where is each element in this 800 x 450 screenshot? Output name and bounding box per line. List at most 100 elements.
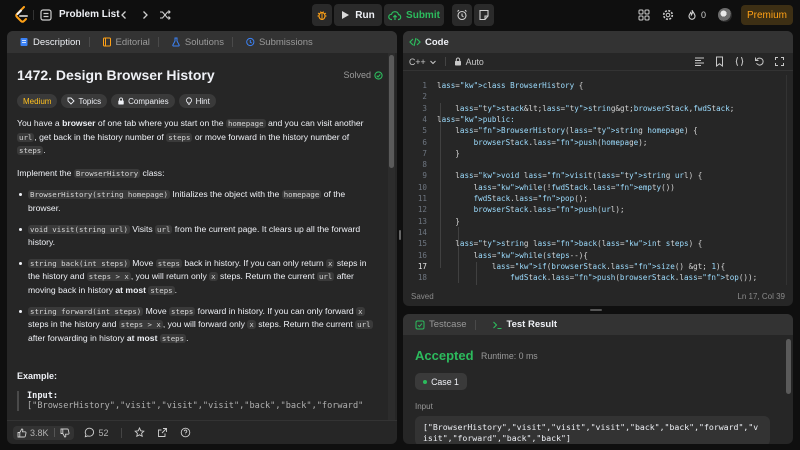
expand-icon[interactable] [774, 56, 785, 67]
code-line[interactable]: 4 lass="kw">public: [403, 114, 793, 125]
prev-problem-icon[interactable] [118, 9, 130, 21]
code-line[interactable]: 13 } [403, 216, 793, 227]
tab-submissions-label: Submissions [258, 36, 313, 48]
description-scrollbar[interactable] [388, 53, 395, 420]
result-scrollbar[interactable] [786, 339, 791, 439]
code-line[interactable]: 10 lass="kw">while(!fwdStack.lass="fn">e… [403, 182, 793, 193]
bookmark-icon[interactable] [714, 56, 725, 67]
thumbs-down-icon[interactable] [60, 428, 70, 438]
play-icon [342, 11, 350, 19]
text: or move forward in the history number of [192, 131, 350, 142]
leetcode-logo-icon[interactable] [14, 6, 30, 24]
text: back in history. If you can only return [181, 257, 327, 268]
user-avatar[interactable] [718, 8, 732, 22]
tab-testcase[interactable]: Testcase [409, 314, 482, 336]
streak-flame-icon[interactable] [686, 9, 698, 21]
code-line[interactable]: 9 lass="kw">void lass="fn">visit(lass="t… [403, 170, 793, 181]
terminal-icon [492, 321, 501, 329]
code-line[interactable]: 7 } [403, 148, 793, 159]
text: Move [129, 257, 156, 268]
code-line[interactable]: 12 browserStack.lass="fn">push(url); [403, 204, 793, 215]
shuffle-icon[interactable] [159, 9, 171, 21]
timer-button[interactable] [452, 4, 472, 26]
debug-button[interactable] [312, 4, 332, 26]
line-number: 18 [417, 273, 427, 283]
auto-mode-toggle[interactable]: Auto [454, 57, 484, 67]
divider [120, 427, 122, 438]
premium-button[interactable]: Premium [741, 5, 793, 25]
notes-button[interactable] [474, 4, 494, 26]
bug-icon [317, 11, 327, 21]
scrollbar-thumb[interactable] [389, 55, 394, 168]
tab-submissions[interactable]: Submissions [239, 31, 319, 53]
vertical-splitter[interactable] [398, 230, 402, 240]
tab-editorial[interactable]: Editorial [96, 31, 165, 53]
reset-icon[interactable] [754, 56, 765, 67]
line-number: 13 [417, 216, 427, 226]
run-button[interactable]: Run [334, 4, 382, 26]
settings-gear-icon[interactable] [662, 9, 674, 21]
tab-description[interactable]: Description [13, 31, 96, 53]
code-line[interactable]: 11 fwdStack.lass="fn">pop(); [403, 193, 793, 204]
help-icon[interactable] [180, 427, 191, 438]
code-line[interactable]: 14 [403, 227, 793, 238]
share-icon[interactable] [157, 427, 168, 438]
line-text: lass="ty">string lass="fn">back(lass="kw… [455, 239, 703, 249]
code-line[interactable]: 3 lass="ty">stack&lt;lass="ty">string&gt… [403, 103, 793, 114]
description-tabs: Description Editorial Solutions Submissi… [7, 31, 397, 53]
comment-count: 52 [98, 427, 109, 438]
editor-scrollbar[interactable] [786, 75, 793, 285]
problem-list-icon[interactable] [40, 9, 52, 21]
history-icon [246, 37, 255, 47]
like-count: 3.8K [30, 427, 49, 438]
problem-title[interactable]: 1472. Design Browser History [17, 67, 379, 83]
text-bold: at most [126, 332, 158, 343]
code-line[interactable]: 17 lass="kw">if(browserStack.lass="fn">s… [403, 261, 793, 272]
text: after forwarding in history [28, 332, 127, 343]
code-editor[interactable]: 1 lass="kw">class BrowserHistory {2 3 lass… [403, 75, 793, 285]
case-1-button[interactable]: Case 1 [415, 373, 467, 390]
star-icon[interactable] [133, 427, 145, 438]
inline-code: steps > x [86, 272, 131, 282]
code-line[interactable]: 1 lass="kw">class BrowserHistory { [403, 80, 793, 91]
text: steps. Return the current [255, 319, 356, 330]
comments-button[interactable]: 52 [84, 427, 109, 438]
inline-code: url [316, 272, 335, 282]
submit-button[interactable]: Submit [384, 4, 444, 26]
problem-list-link[interactable]: Problem List [59, 9, 120, 20]
code-line[interactable]: 2 [403, 91, 793, 102]
code-line[interactable]: 6 browserStack.lass="fn">push(homepage); [403, 137, 793, 148]
code-tab[interactable]: Code [403, 31, 793, 53]
list-item: string back(int steps) Move steps back i… [17, 257, 379, 298]
code-line[interactable]: 5 lass="fn">BrowserHistory(lass="ty">str… [403, 125, 793, 136]
braces-icon[interactable] [734, 56, 745, 67]
line-number: 16 [417, 250, 427, 260]
topics-label: Topics [78, 96, 102, 106]
line-number: 10 [417, 182, 427, 192]
scrollbar-thumb[interactable] [786, 339, 791, 394]
language-select[interactable]: C++ [409, 57, 437, 67]
hint-chip[interactable]: Hint [178, 94, 216, 108]
horizontal-splitter[interactable] [590, 309, 602, 311]
next-problem-icon[interactable] [139, 9, 151, 21]
layout-grid-icon[interactable] [638, 9, 650, 21]
line-number: 5 [422, 126, 427, 136]
format-lines-icon[interactable] [694, 56, 705, 67]
editor-status-bar: Saved Ln 17, Col 39 [403, 286, 793, 306]
tab-solutions[interactable]: Solutions [165, 31, 239, 53]
topics-chip[interactable]: Topics [61, 94, 108, 108]
code-line[interactable]: 18 fwdStack.lass="fn">push(browserStack.… [403, 272, 793, 283]
pass-dot [423, 379, 428, 384]
code-line[interactable]: 15 lass="ty">string lass="fn">back(lass=… [403, 238, 793, 249]
divider [53, 428, 55, 437]
code-line[interactable]: 16 lass="kw">while(steps--){ [403, 250, 793, 261]
code-line[interactable]: 8 [403, 159, 793, 170]
line-number: 9 [422, 171, 427, 181]
method-list: BrowserHistory(string homepage) Initiali… [17, 188, 379, 345]
companies-chip[interactable]: Companies [111, 94, 175, 108]
tab-test-result[interactable]: Test Result [486, 314, 564, 336]
description-footer: 3.8K 52 [7, 420, 397, 444]
like-button[interactable]: 3.8K [13, 425, 74, 440]
text: , you will forward only [162, 319, 248, 330]
run-label: Run [355, 9, 375, 21]
